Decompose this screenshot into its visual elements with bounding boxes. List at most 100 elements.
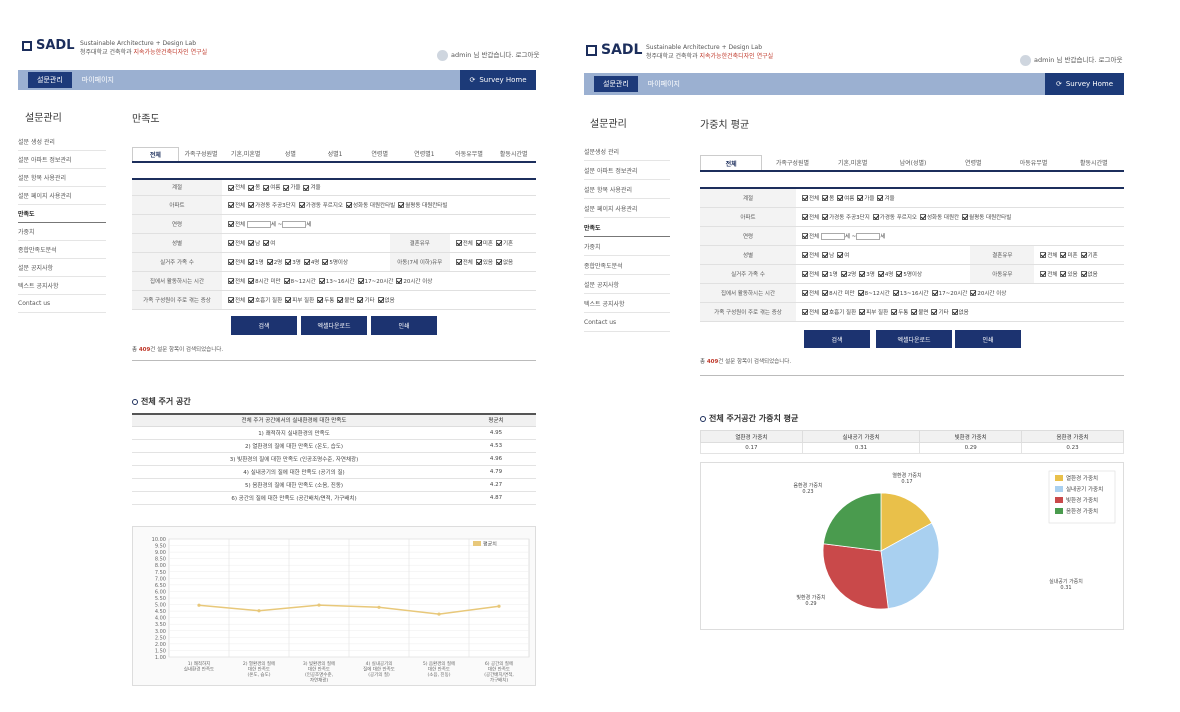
checkbox[interactable]	[455, 240, 462, 246]
age-to-input[interactable]	[856, 232, 881, 240]
survey-home-button[interactable]: ⟳ Survey Home	[460, 70, 536, 90]
checkbox[interactable]	[802, 252, 808, 258]
apartment-options[interactable]: 전체 가경동 주공3단지 가경동 푸르지오 성화동 대원칸 월평동 대원칸타빌	[796, 207, 1124, 227]
checkbox[interactable]	[357, 297, 364, 303]
sadl-logo[interactable]: SADL	[22, 38, 75, 53]
user-greeting[interactable]: admin 님 반갑습니다. 로그아웃	[437, 49, 539, 61]
sidebar-item[interactable]: 설문 공지사항	[584, 275, 670, 294]
print-button[interactable]: 인쇄	[371, 316, 437, 335]
checkbox[interactable]	[396, 278, 403, 284]
tab[interactable]: 연령별	[357, 147, 402, 161]
sidebar-item[interactable]: 설문 페이지 사용관리	[18, 187, 106, 205]
checkbox[interactable]	[263, 240, 270, 246]
age-all-option[interactable]: 전체	[799, 233, 819, 240]
user-greeting[interactable]: admin 님 반갑습니다. 로그아웃	[1020, 54, 1122, 66]
age-all-option[interactable]: 전체	[225, 221, 245, 228]
season-options[interactable]: 전체 봄 여름 가을 겨울	[796, 188, 1124, 208]
checkbox[interactable]	[248, 240, 255, 246]
tab[interactable]: 가족구성원별	[762, 155, 822, 170]
checkbox[interactable]	[228, 278, 234, 284]
sidebar-item[interactable]: Contact us	[18, 295, 106, 313]
marriage-options[interactable]: 전체 미혼 기혼	[449, 233, 536, 253]
sidebar-item[interactable]: 설문 항목 사용관리	[584, 180, 670, 199]
checkbox[interactable]	[283, 184, 290, 191]
checkbox[interactable]	[857, 290, 864, 296]
checkbox[interactable]	[263, 184, 270, 191]
checkbox[interactable]	[951, 309, 958, 315]
sidebar-item[interactable]: 가중치	[584, 237, 670, 256]
tab[interactable]: 전체	[700, 155, 763, 170]
sidebar-item[interactable]: 설문 페이지 사용관리	[584, 199, 670, 218]
checkbox[interactable]	[919, 214, 926, 220]
checkbox[interactable]	[266, 259, 273, 265]
checkbox[interactable]	[1040, 271, 1047, 277]
checkbox[interactable]	[837, 195, 844, 202]
checkbox[interactable]	[317, 297, 324, 303]
excel-download-button[interactable]: 엑셀다운로드	[876, 330, 952, 348]
nav-mypage[interactable]: 마이페이지	[82, 75, 114, 85]
tab[interactable]: 활동시간별	[1064, 155, 1124, 170]
checkbox[interactable]	[1060, 271, 1067, 277]
nav-survey-admin[interactable]: 설문관리	[28, 72, 72, 88]
nav-mypage[interactable]: 마이페이지	[648, 79, 680, 89]
symptom-options[interactable]: 전체 호흡기 질환 피부 질환 두통 불면 기타 없음	[796, 302, 1124, 322]
nav-survey-admin[interactable]: 설문관리	[594, 76, 638, 92]
checkbox[interactable]	[931, 290, 938, 296]
checkbox[interactable]	[345, 202, 352, 208]
sidebar-item[interactable]: 설문 생성 관리	[18, 133, 106, 151]
checkbox[interactable]	[318, 278, 325, 284]
checkbox[interactable]	[857, 195, 864, 202]
checkbox[interactable]	[970, 290, 977, 296]
gender-options[interactable]: 전체 남 여	[796, 245, 971, 265]
tab[interactable]: 성별1	[313, 147, 358, 161]
child-options[interactable]: 전체 있음 없음	[1034, 264, 1124, 284]
apartment-options[interactable]: 전체 가경동 주공3단지 가경동 푸르지오 성화동 대원칸타빌 월평동 대원칸타빌	[222, 195, 536, 215]
checkbox[interactable]	[228, 297, 234, 303]
checkbox[interactable]	[896, 271, 903, 277]
checkbox[interactable]	[303, 259, 310, 265]
checkbox[interactable]	[1060, 252, 1067, 258]
checkbox[interactable]	[892, 290, 899, 296]
age-to-input[interactable]	[282, 220, 307, 228]
family-options[interactable]: 전체 1명 2명 3명 4명 5명이상	[796, 264, 971, 284]
checkbox[interactable]	[859, 309, 866, 315]
age-from-input[interactable]	[246, 220, 271, 228]
marriage-options[interactable]: 전체 미혼 기혼	[1034, 245, 1124, 265]
print-button[interactable]: 인쇄	[955, 330, 1021, 348]
checkbox[interactable]	[475, 259, 482, 265]
checkbox[interactable]	[822, 309, 829, 315]
checkbox[interactable]	[822, 195, 829, 202]
gender-options[interactable]: 전체 남 여	[222, 233, 390, 253]
checkbox[interactable]	[1080, 252, 1087, 258]
search-button[interactable]: 검색	[804, 330, 870, 348]
checkbox[interactable]	[822, 271, 829, 277]
tab[interactable]: 성별	[268, 147, 313, 161]
checkbox[interactable]	[303, 184, 310, 191]
symptom-options[interactable]: 전체 호흡기 질환 피부 질환 두통 불면 기타 없음	[222, 290, 536, 310]
checkbox[interactable]	[1080, 271, 1087, 277]
survey-home-button[interactable]: ⟳ Survey Home	[1045, 73, 1124, 95]
tab[interactable]: 기혼,미혼별	[823, 155, 883, 170]
sidebar-item[interactable]: 설문생성 관리	[584, 142, 670, 161]
checkbox[interactable]	[891, 309, 898, 315]
sidebar-item[interactable]: 만족도	[584, 218, 670, 237]
checkbox[interactable]	[911, 309, 918, 315]
checkbox[interactable]	[228, 259, 234, 265]
checkbox[interactable]	[1040, 252, 1047, 258]
sidebar-item[interactable]: 종합만족도분석	[18, 241, 106, 259]
checkbox[interactable]	[337, 297, 344, 303]
checkbox[interactable]	[802, 233, 808, 239]
sidebar-item[interactable]: 텍스트 공지사항	[18, 277, 106, 295]
checkbox[interactable]	[822, 214, 829, 220]
checkbox[interactable]	[802, 214, 808, 220]
checkbox[interactable]	[322, 259, 329, 265]
checkbox[interactable]	[298, 202, 305, 208]
sidebar-item[interactable]: 설문 항목 사용관리	[18, 169, 106, 187]
checkbox[interactable]	[802, 271, 808, 277]
sidebar-item[interactable]: 설문 아파트 정보관리	[18, 151, 106, 169]
checkbox[interactable]	[802, 290, 808, 296]
checkbox[interactable]	[248, 278, 255, 284]
tab[interactable]: 활동시간별	[491, 147, 536, 161]
checkbox[interactable]	[398, 202, 405, 208]
checkbox[interactable]	[931, 309, 938, 315]
